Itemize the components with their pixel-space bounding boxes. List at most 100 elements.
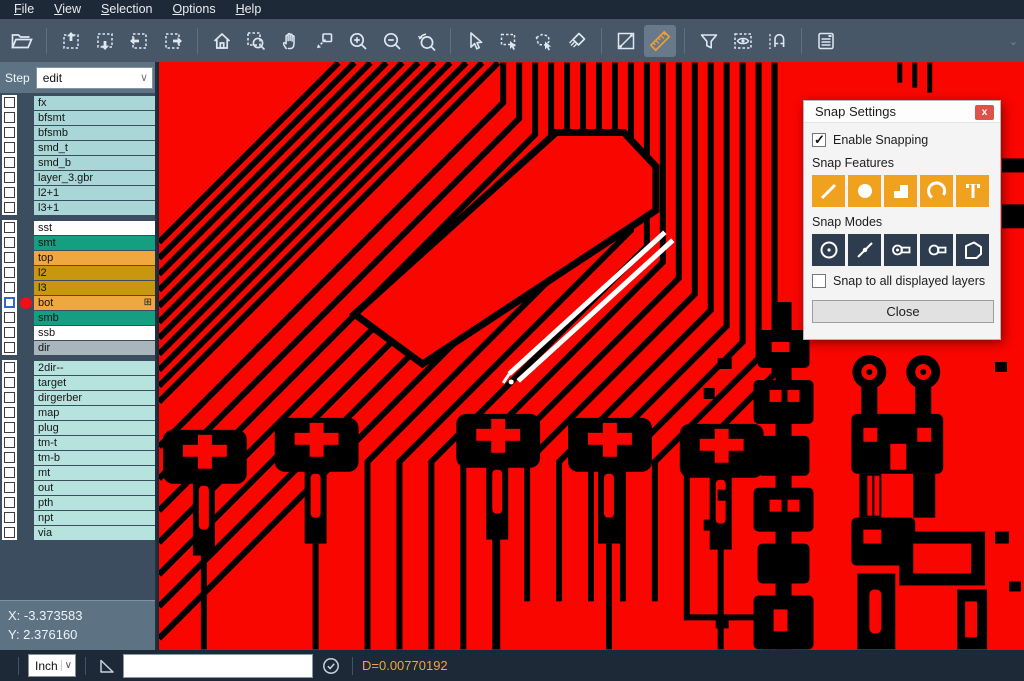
dialog-close-button[interactable]: Close	[812, 300, 994, 323]
polygon-select-button[interactable]	[527, 25, 559, 57]
layer-visibility-checkbox[interactable]	[4, 482, 15, 493]
layer-visibility-checkbox[interactable]	[4, 172, 15, 183]
layer-visibility-checkbox[interactable]	[4, 377, 15, 388]
layer-row-dirgerber[interactable]: dirgerber	[0, 391, 155, 406]
layer-visibility-checkbox[interactable]	[4, 282, 15, 293]
snap-mode-point-on-line-button[interactable]	[848, 234, 881, 266]
menu-help[interactable]: Help	[226, 1, 272, 18]
layer-row-dir[interactable]: dir	[0, 341, 155, 356]
layer-name[interactable]: smt	[34, 236, 155, 250]
layer-row-l2+1[interactable]: l2+1	[0, 186, 155, 201]
layer-name[interactable]: top	[34, 251, 155, 265]
menu-file[interactable]: File	[4, 1, 44, 18]
layer-visibility-checkbox[interactable]	[4, 187, 15, 198]
layer-visibility-checkbox[interactable]	[4, 497, 15, 508]
layer-name[interactable]: tm-b	[34, 451, 155, 465]
layer-name[interactable]: l2	[34, 266, 155, 280]
layer-row-l3+1[interactable]: l3+1	[0, 201, 155, 216]
layer-row-l2[interactable]: l2	[0, 266, 155, 281]
layer-visibility-checkbox[interactable]	[4, 127, 15, 138]
layer-visibility-checkbox[interactable]	[4, 407, 15, 418]
layer-name[interactable]: sst	[34, 221, 155, 235]
layer-visibility-checkbox[interactable]	[4, 202, 15, 213]
layer-row-map[interactable]: map	[0, 406, 155, 421]
layer-row-sst[interactable]: sst	[0, 221, 155, 236]
zoom-previous-button[interactable]	[410, 25, 442, 57]
drag-view-button[interactable]	[308, 25, 340, 57]
unit-dropdown[interactable]: Inch ∨	[28, 654, 76, 677]
layer-name[interactable]: plug	[34, 421, 155, 435]
zoom-window-button[interactable]	[240, 25, 272, 57]
layer-visibility-checkbox[interactable]	[4, 297, 15, 308]
layer-visibility-checkbox[interactable]	[4, 222, 15, 233]
ruler-button[interactable]	[644, 25, 676, 57]
layer-name[interactable]: bfsmt	[34, 111, 155, 125]
rectangle-select-button[interactable]	[493, 25, 525, 57]
layer-visibility-checkbox[interactable]	[4, 362, 15, 373]
pan-left-button[interactable]	[123, 25, 155, 57]
layer-visibility-checkbox[interactable]	[4, 237, 15, 248]
layer-row-layer_3.gbr[interactable]: layer_3.gbr	[0, 171, 155, 186]
layer-visibility-checkbox[interactable]	[4, 252, 15, 263]
layer-row-target[interactable]: target	[0, 376, 155, 391]
snap-mode-center-button[interactable]	[812, 234, 845, 266]
layer-visibility-checkbox[interactable]	[4, 342, 15, 353]
layer-row-top[interactable]: top	[0, 251, 155, 266]
layer-row-bot[interactable]: bot⊞	[0, 296, 155, 311]
layer-visibility-checkbox[interactable]	[4, 467, 15, 478]
layer-row-smd_b[interactable]: smd_b	[0, 156, 155, 171]
layer-row-ssb[interactable]: ssb	[0, 326, 155, 341]
layer-name[interactable]: smb	[34, 311, 155, 325]
layer-row-bfsmt[interactable]: bfsmt	[0, 111, 155, 126]
zoom-out-button[interactable]	[376, 25, 408, 57]
layer-row-tm-b[interactable]: tm-b	[0, 451, 155, 466]
report-button[interactable]	[810, 25, 842, 57]
angle-corner-icon[interactable]	[95, 654, 119, 678]
snap-magnet-button[interactable]	[761, 25, 793, 57]
layer-name[interactable]: l2+1	[34, 186, 155, 200]
snap-feature-circle-button[interactable]	[848, 175, 881, 207]
toolbar-overflow-chevron[interactable]: ⌄	[1009, 35, 1018, 48]
layer-visibility-checkbox[interactable]	[4, 112, 15, 123]
menu-view[interactable]: View	[44, 1, 91, 18]
layer-name[interactable]: mt	[34, 466, 155, 480]
layer-row-2dir--[interactable]: 2dir--	[0, 361, 155, 376]
layer-name[interactable]: smd_b	[34, 156, 155, 170]
layer-row-tm-t[interactable]: tm-t	[0, 436, 155, 451]
layer-name[interactable]: dirgerber	[34, 391, 155, 405]
layer-name[interactable]: tm-t	[34, 436, 155, 450]
layer-row-smd_t[interactable]: smd_t	[0, 141, 155, 156]
layer-row-npt[interactable]: npt	[0, 511, 155, 526]
layer-visibility-checkbox[interactable]	[4, 97, 15, 108]
layer-visibility-checkbox[interactable]	[4, 267, 15, 278]
open-file-button[interactable]	[6, 25, 38, 57]
layer-visibility-checkbox[interactable]	[4, 422, 15, 433]
layer-name[interactable]: target	[34, 376, 155, 390]
menu-options[interactable]: Options	[162, 1, 225, 18]
select-pointer-button[interactable]	[459, 25, 491, 57]
layer-name[interactable]: fx	[34, 96, 155, 110]
snap-dialog-titlebar[interactable]: Snap Settings x	[804, 101, 1000, 123]
view-selection-button[interactable]	[727, 25, 759, 57]
enable-snapping-checkbox[interactable]	[812, 133, 826, 147]
layer-visibility-checkbox[interactable]	[4, 142, 15, 153]
layer-row-via[interactable]: via	[0, 526, 155, 541]
dialog-close-x-button[interactable]: x	[975, 105, 994, 120]
layer-row-pth[interactable]: pth	[0, 496, 155, 511]
snap-feature-arc-button[interactable]	[920, 175, 953, 207]
layer-row-mt[interactable]: mt	[0, 466, 155, 481]
snap-feature-line-button[interactable]	[812, 175, 845, 207]
snap-mode-pad-outline-button[interactable]	[920, 234, 953, 266]
layer-name[interactable]: via	[34, 526, 155, 540]
pan-right-button[interactable]	[157, 25, 189, 57]
layer-name[interactable]: layer_3.gbr	[34, 171, 155, 185]
layer-name[interactable]: l3+1	[34, 201, 155, 215]
layer-visibility-checkbox[interactable]	[4, 157, 15, 168]
zoom-in-button[interactable]	[342, 25, 374, 57]
layer-name[interactable]: npt	[34, 511, 155, 525]
layer-name[interactable]: bot⊞	[34, 296, 155, 310]
layer-row-out[interactable]: out	[0, 481, 155, 496]
layer-name[interactable]: map	[34, 406, 155, 420]
layer-name[interactable]: pth	[34, 496, 155, 510]
coordinate-input[interactable]	[123, 654, 313, 678]
